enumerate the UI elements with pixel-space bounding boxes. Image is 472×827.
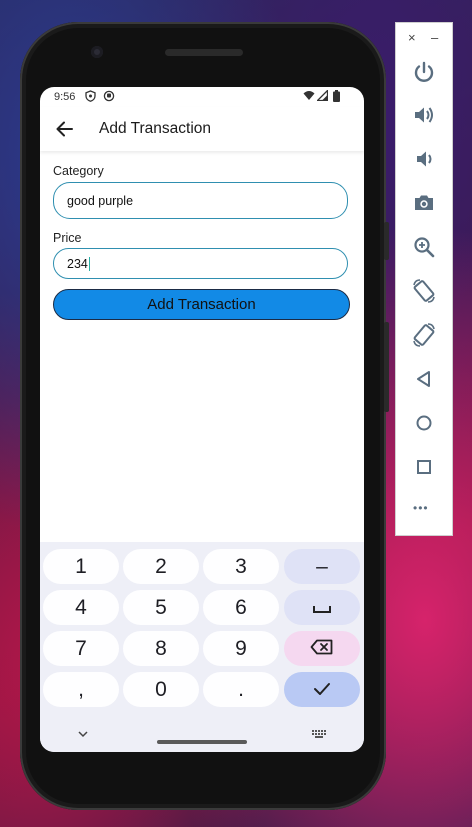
status-time: 9:56: [54, 91, 76, 103]
key-7-label: 7: [75, 636, 87, 660]
power-icon[interactable]: [411, 59, 437, 85]
key-minus[interactable]: –: [284, 549, 360, 584]
overview-icon[interactable]: [411, 454, 437, 480]
hide-keyboard-chevron-icon[interactable]: [77, 725, 89, 743]
key-6-label: 6: [235, 595, 247, 619]
key-backspace[interactable]: [284, 631, 360, 666]
back-icon[interactable]: [411, 366, 437, 392]
key-8[interactable]: 8: [123, 631, 199, 666]
key-9[interactable]: 9: [203, 631, 279, 666]
key-0-label: 0: [155, 677, 167, 701]
key-8-label: 8: [155, 636, 167, 660]
key-0[interactable]: 0: [123, 672, 199, 707]
key-minus-label: –: [316, 554, 328, 578]
close-icon[interactable]: ×: [408, 30, 416, 45]
earpiece-speaker: [165, 49, 243, 56]
key-1-label: 1: [75, 554, 87, 578]
key-period-label: .: [238, 677, 244, 701]
price-label: Price: [53, 231, 82, 245]
key-4-label: 4: [75, 595, 87, 619]
more-icon[interactable]: •••: [413, 501, 429, 515]
minimize-icon[interactable]: –: [431, 30, 438, 45]
key-6[interactable]: 6: [203, 590, 279, 625]
gesture-nav-handle[interactable]: [157, 740, 247, 744]
phone-power-key[interactable]: [384, 222, 389, 260]
key-4[interactable]: 4: [43, 590, 119, 625]
rotate-right-icon[interactable]: [411, 322, 437, 348]
rotate-left-icon[interactable]: [411, 278, 437, 304]
camera-icon[interactable]: [411, 190, 437, 216]
category-field[interactable]: good purple: [53, 182, 348, 219]
notification-icon: [103, 90, 115, 105]
home-icon[interactable]: [411, 410, 437, 436]
key-5-label: 5: [155, 595, 167, 619]
key-space[interactable]: [284, 590, 360, 625]
category-value: good purple: [67, 193, 134, 208]
volume-up-icon[interactable]: [411, 102, 437, 128]
zoom-icon[interactable]: [411, 234, 437, 260]
backspace-icon: [310, 637, 334, 661]
numeric-keyboard: 1 2 3 – 4 5 6 7 8 9 , 0 .: [40, 542, 364, 752]
battery-icon: [333, 90, 340, 105]
space-icon: [312, 596, 332, 620]
key-comma[interactable]: ,: [43, 672, 119, 707]
checkmark-icon: [313, 678, 331, 702]
key-2-label: 2: [155, 554, 167, 578]
front-camera: [91, 46, 103, 58]
back-arrow-icon[interactable]: [52, 116, 78, 142]
keyboard-switch-icon[interactable]: [312, 726, 326, 744]
key-done[interactable]: [284, 672, 360, 707]
phone-screen: 9:56 Add Transaction Category good purpl…: [40, 87, 364, 752]
price-field[interactable]: 234: [53, 248, 348, 279]
shield-icon: [85, 90, 96, 105]
key-3[interactable]: 3: [203, 549, 279, 584]
category-label: Category: [53, 164, 104, 178]
key-7[interactable]: 7: [43, 631, 119, 666]
wifi-icon: [303, 90, 315, 104]
key-5[interactable]: 5: [123, 590, 199, 625]
key-comma-label: ,: [78, 677, 84, 701]
key-2[interactable]: 2: [123, 549, 199, 584]
key-period[interactable]: .: [203, 672, 279, 707]
text-cursor: [88, 256, 91, 271]
page-title: Add Transaction: [99, 120, 212, 137]
key-9-label: 9: [235, 636, 247, 660]
add-transaction-button[interactable]: Add Transaction: [53, 289, 350, 320]
add-transaction-button-label: Add Transaction: [147, 296, 256, 313]
status-bar: 9:56: [40, 87, 364, 107]
key-3-label: 3: [235, 554, 247, 578]
signal-icon: [315, 88, 329, 104]
phone-volume-rocker[interactable]: [384, 322, 389, 412]
price-value: 234: [67, 256, 88, 271]
key-1[interactable]: 1: [43, 549, 119, 584]
emulator-toolbar: × – •••: [395, 22, 453, 536]
app-bar: Add Transaction: [40, 107, 364, 151]
volume-down-icon[interactable]: [411, 146, 437, 172]
